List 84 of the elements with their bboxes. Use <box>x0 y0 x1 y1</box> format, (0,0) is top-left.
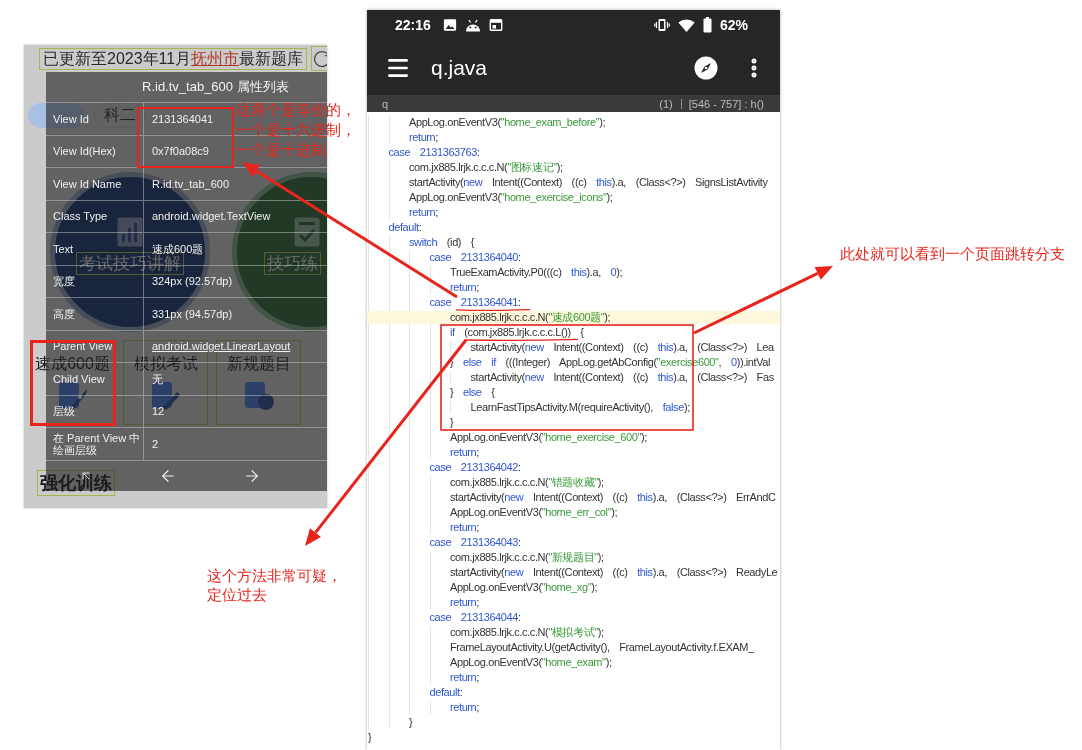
code-line: return; <box>450 596 480 609</box>
property-value: R.id.tv_tab_600 <box>152 177 230 190</box>
property-value: 2131364041 <box>152 112 214 125</box>
code-line: case 2131364043: <box>429 536 522 549</box>
property-label: Text <box>53 242 74 255</box>
update-notice: 已更新至2023年11月抚州市最新题库 <box>39 47 308 70</box>
property-label: View Id(Hex) <box>53 145 116 158</box>
code-line: com.jx885.lrjk.c.c.c.N("新规题目"); <box>450 551 605 564</box>
property-label: 宽度 <box>53 275 75 288</box>
code-line: return; <box>450 281 480 294</box>
code-line: case 2131364042: <box>429 461 522 474</box>
code-line: return; <box>409 206 439 219</box>
code-line: return; <box>409 131 439 144</box>
wifi-icon <box>677 18 695 32</box>
property-label: View Id <box>53 112 89 125</box>
code-line: AppLog.onEventV3("home_exercise_600"); <box>450 431 648 444</box>
property-value: 速成600题 <box>152 242 204 255</box>
annotation-text: 这个方法非常可疑，定位过去 <box>207 567 342 605</box>
grid-label[interactable]: 新规题目 <box>226 355 291 372</box>
property-label: Child View <box>53 372 105 385</box>
search-query: q <box>382 97 389 110</box>
code-line: return; <box>450 521 480 534</box>
code-line: case 2131364040: <box>429 251 522 264</box>
code-line: TrueExamActivity.P0(((c) this).a, 0); <box>450 266 624 279</box>
property-value: 12 <box>152 405 165 418</box>
code-line: startActivity(new Intent((Context) ((c) this).a, (Class<?>) ReadyLe <box>450 566 779 579</box>
annotation-text: 此处就可以看到一个页面跳转分支 <box>840 244 1065 264</box>
refresh-button[interactable] <box>311 46 327 71</box>
document-badge-icon <box>243 382 274 410</box>
dialog-title: R.id.tv_tab_600 属性列表 <box>142 78 289 96</box>
code-line: com.jx885.lrjk.c.c.c.N("错题收藏"); <box>450 476 605 489</box>
property-label: View Id Name <box>53 177 122 190</box>
code-line: startActivity(new Intent((Context) ((c) this).a, (Class<?>) ErrAndC <box>450 491 777 504</box>
code-line: AppLog.onEventV3("home_err_col"); <box>450 506 619 519</box>
code-line: AppLog.onEventV3("home_exercise_icons"); <box>409 191 614 204</box>
code-line: startActivity(new Intent((Context) ((c) this).a, (Class<?>) Fas <box>470 371 775 384</box>
property-value: 331px (94.57dp) <box>152 307 233 320</box>
line-range: [546 - 757] : h() <box>688 97 764 110</box>
code-line: LearnFastTipsActivity.M(requireActivity(), false); <box>470 401 691 414</box>
file-title: q.java <box>431 55 488 80</box>
property-value: 2 <box>152 437 159 450</box>
code-line: case 2131364041: <box>429 296 522 309</box>
code-line: case 2131363763: <box>388 146 481 159</box>
property-link[interactable]: android.widget.LinearLayout <box>152 340 291 353</box>
code-line: com.jx885.lrjk.c.c.c.N("模拟考试"); <box>450 626 605 639</box>
property-label: 高度 <box>53 307 75 320</box>
code-line: AppLog.onEventV3("home_exam_before"); <box>409 116 607 129</box>
code-line: } <box>450 416 455 429</box>
vibrate-icon <box>653 18 670 32</box>
code-line: default: <box>388 221 423 234</box>
code-line: default: <box>429 686 464 699</box>
compass-icon[interactable] <box>694 55 718 80</box>
status-time: 22:16 <box>395 17 431 33</box>
robot-icon <box>464 18 481 32</box>
code-line: } <box>368 731 373 744</box>
code-line: switch (id) { <box>409 236 476 249</box>
window-icon <box>488 18 503 32</box>
grid-label[interactable]: 速成600题 <box>35 355 110 372</box>
property-label: Class Type <box>53 210 108 223</box>
code-line: startActivity(new Intent((Context) ((c) this).a, (Class<?>) SignsListAvtivity <box>409 176 769 189</box>
property-value: android.widget.TextView <box>152 210 271 223</box>
property-value: 324px (92.57dp) <box>152 275 233 288</box>
image-icon <box>442 18 457 32</box>
code-line: startActivity(new Intent((Context) ((c) this).a, (Class<?>) Lea <box>470 341 775 354</box>
battery-level: 62% <box>719 17 748 33</box>
property-label: 在 Parent View 中绘画层级 <box>53 431 142 456</box>
match-count: (1) <box>659 97 673 110</box>
code-line: return; <box>450 446 480 459</box>
code-line: com.jx885.lrjk.c.c.c.N("图标速记"); <box>409 161 564 174</box>
code-line: FrameLayoutActivity.U(getActivity(), FrameLayoutActivity.f.EXAM_ <box>450 641 756 654</box>
code-line: AppLog.onEventV3("home_exam"); <box>450 656 613 669</box>
code-line: return; <box>450 701 480 714</box>
property-label: 层级 <box>53 405 75 418</box>
code-line: case 2131364044: <box>429 611 522 624</box>
city-link[interactable]: 抚州市 <box>191 49 240 67</box>
code-line: if (com.jx885.lrjk.c.c.c.L()) { <box>450 326 585 339</box>
property-value: 0x7f0a08c9 <box>152 145 209 158</box>
code-line: } else { <box>450 386 496 399</box>
code-line: AppLog.onEventV3("home_xg"); <box>450 581 599 594</box>
property-value: 无 <box>152 372 163 385</box>
grid-label[interactable]: 模拟考试 <box>133 355 198 372</box>
code-line: return; <box>450 671 480 684</box>
battery-icon <box>702 17 712 33</box>
code-line: } <box>409 716 414 729</box>
